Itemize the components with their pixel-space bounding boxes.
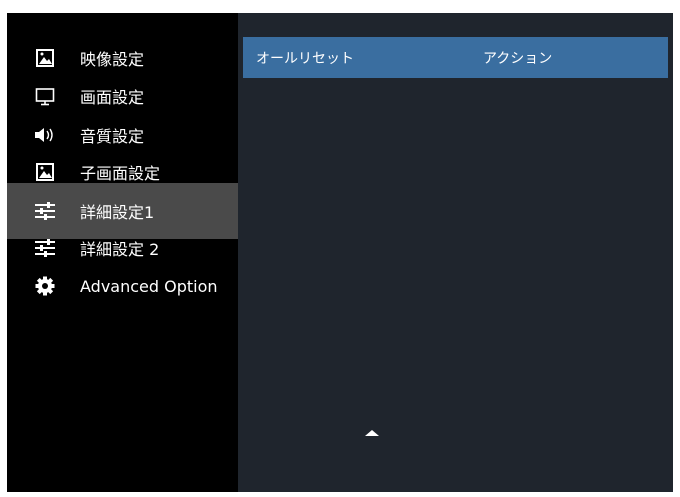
sidebar-item-label: 映像設定 bbox=[80, 50, 145, 69]
sidebar-item-label: 音質設定 bbox=[80, 127, 145, 146]
sidebar-item-label: 詳細設定 2 bbox=[80, 240, 160, 259]
sidebar-item-label: 子画面設定 bbox=[80, 164, 161, 183]
sidebar-menu: 映像設定 画面設定 音質設定 子画面設定 詳細設定1 詳細設定 2 Advanc… bbox=[7, 13, 238, 492]
osd-menu: 映像設定 画面設定 音質設定 子画面設定 詳細設定1 詳細設定 2 Advanc… bbox=[7, 13, 673, 492]
setting-name: オールリセット bbox=[256, 51, 354, 67]
sidebar-item-label: 画面設定 bbox=[80, 88, 145, 107]
sidebar-item-audio-settings[interactable]: 音質設定 bbox=[7, 117, 238, 153]
gear-icon bbox=[34, 275, 56, 297]
sidebar-item-screen-settings[interactable]: 画面設定 bbox=[7, 78, 238, 114]
sidebar-item-advanced-settings-2[interactable]: 詳細設定 2 bbox=[7, 230, 238, 266]
sidebar-item-label: 詳細設定1 bbox=[80, 203, 155, 222]
speaker-icon bbox=[34, 124, 56, 146]
setting-value: アクション bbox=[483, 51, 553, 67]
sidebar-item-label: Advanced Option bbox=[80, 276, 218, 296]
sidebar-item-picture-settings[interactable]: 映像設定 bbox=[7, 40, 238, 76]
settings-panel: オールリセット アクション bbox=[238, 13, 673, 492]
picture-icon bbox=[34, 161, 56, 183]
sliders-icon bbox=[34, 237, 56, 259]
monitor-icon bbox=[34, 85, 56, 107]
sidebar-item-advanced-option[interactable]: Advanced Option bbox=[7, 268, 238, 304]
settings-row-all-reset[interactable]: オールリセット アクション bbox=[243, 37, 668, 78]
sliders-icon bbox=[34, 200, 56, 222]
scroll-up-arrow-icon[interactable] bbox=[365, 430, 379, 436]
picture-icon bbox=[34, 47, 56, 69]
